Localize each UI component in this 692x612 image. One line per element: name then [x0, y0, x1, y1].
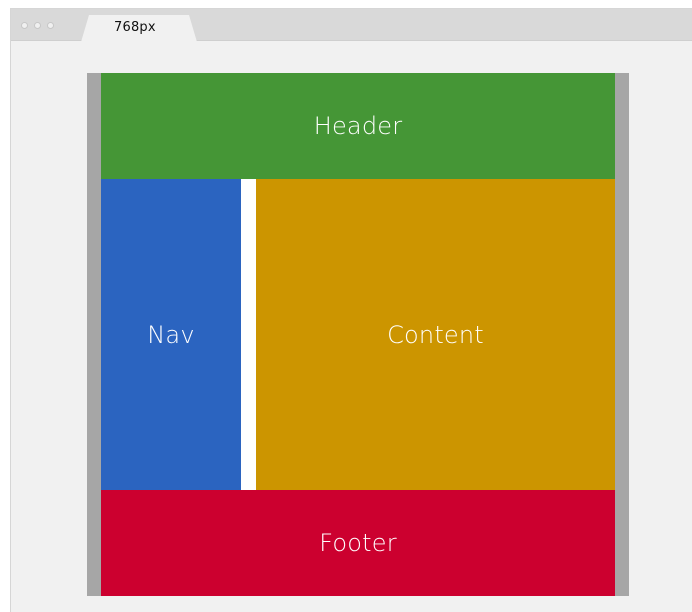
browser-window: 768px Header Nav Content Footer: [10, 8, 692, 612]
window-dot: [34, 21, 41, 29]
header-region: Header: [101, 73, 615, 179]
window-dot: [47, 21, 54, 29]
content-region: Content: [256, 179, 615, 490]
page-layout: Header Nav Content Footer: [101, 73, 615, 596]
window-dot: [21, 21, 28, 29]
column-gutter: [241, 179, 256, 490]
viewport-frame: Header Nav Content Footer: [87, 73, 629, 596]
nav-region: Nav: [101, 179, 241, 490]
footer-region: Footer: [101, 490, 615, 596]
browser-titlebar: 768px: [11, 9, 692, 41]
tab-label: 768px: [114, 20, 156, 35]
browser-tab[interactable]: 768px: [81, 15, 197, 42]
window-controls: [21, 19, 54, 31]
